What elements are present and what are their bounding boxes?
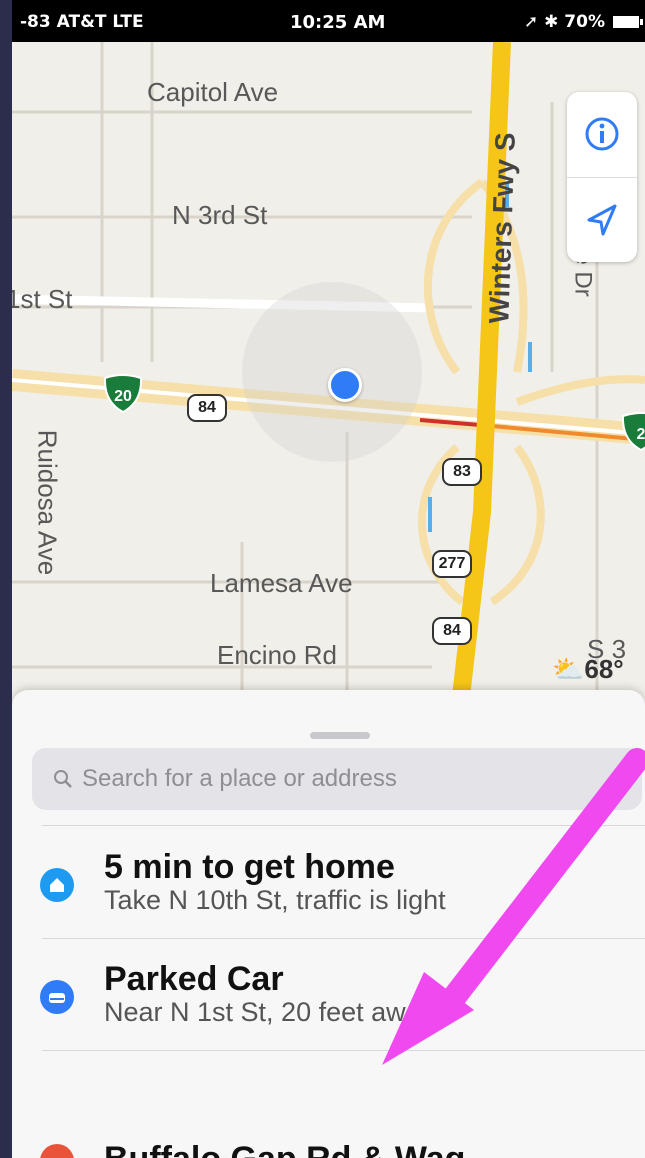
battery-percent: 70%: [564, 12, 605, 32]
list-item-title: Buffalo Gap Rd & Wag: [104, 1140, 465, 1158]
bottom-sheet: Search for a place or address 5 min to g…: [12, 690, 645, 1158]
battery-icon: [613, 16, 643, 28]
weather-badge[interactable]: ⛅68°: [552, 654, 624, 685]
list-item-title: Parked Car: [104, 960, 284, 998]
list-item-partial[interactable]: Buffalo Gap Rd & Wag: [12, 1052, 645, 1158]
us-84-shield: 84: [187, 394, 227, 422]
street-label-lamesa-ave: Lamesa Ave: [210, 568, 353, 598]
map-view[interactable]: Capitol Ave N 3rd St Winters Fwy S N Bow…: [12, 42, 645, 732]
status-right: ➚ ✱ 70%: [523, 12, 605, 32]
status-bar: -83 AT&T LTE 10:25 AM ➚ ✱ 70%: [12, 0, 645, 42]
svg-text:2: 2: [637, 426, 645, 443]
interstate-20-shield: 20: [103, 374, 143, 414]
info-icon[interactable]: [577, 107, 627, 162]
street-label-capitol-ave: Capitol Ave: [147, 77, 279, 107]
search-icon: [54, 770, 72, 788]
clock: 10:25 AM: [290, 12, 386, 33]
section-divider: [42, 938, 645, 939]
street-label-ruidosa-ave: Ruidosa Ave: [32, 429, 63, 576]
pin-icon: [40, 1144, 74, 1158]
list-item-home[interactable]: 5 min to get home Take N 10th St, traffi…: [12, 828, 645, 928]
search-placeholder: Search for a place or address: [82, 765, 397, 792]
search-bar[interactable]: Search for a place or address: [32, 748, 642, 810]
section-divider: [42, 1050, 645, 1051]
location-arrow-icon[interactable]: [577, 192, 627, 247]
list-item-title: 5 min to get home: [104, 848, 395, 886]
list-item-subtitle: Near N 1st St, 20 feet away: [104, 997, 435, 1027]
controls-divider: [567, 177, 637, 178]
map-controls: [567, 92, 637, 262]
street-label-1st-st: 1st St: [12, 284, 73, 314]
street-label-winters-fwy: Winters Fwy S: [483, 131, 521, 325]
user-location-pin[interactable]: [328, 368, 362, 402]
section-divider: [42, 825, 645, 826]
interstate-20-shield-east: 2: [621, 412, 645, 452]
street-label-n-3rd-st: N 3rd St: [172, 200, 268, 230]
phone-screen: -83 AT&T LTE 10:25 AM ➚ ✱ 70% Capitol Av…: [12, 0, 645, 1158]
carrier-label: -83 AT&T LTE: [20, 12, 144, 32]
list-item-parked-car[interactable]: Parked Car Near N 1st St, 20 feet away: [12, 942, 645, 1042]
sheet-grabber[interactable]: [310, 732, 370, 739]
car-icon: [40, 980, 74, 1014]
weather-icon: ⛅: [552, 654, 585, 684]
svg-text:20: 20: [114, 388, 132, 405]
home-icon: [40, 868, 74, 902]
list-item-subtitle: Take N 10th St, traffic is light: [104, 885, 446, 915]
street-label-encino-rd: Encino Rd: [217, 640, 337, 670]
us-277-shield: 277: [432, 550, 472, 578]
us-84-shield-south: 84: [432, 617, 472, 645]
weather-temperature: 68°: [584, 654, 624, 684]
us-83-shield: 83: [442, 458, 482, 486]
